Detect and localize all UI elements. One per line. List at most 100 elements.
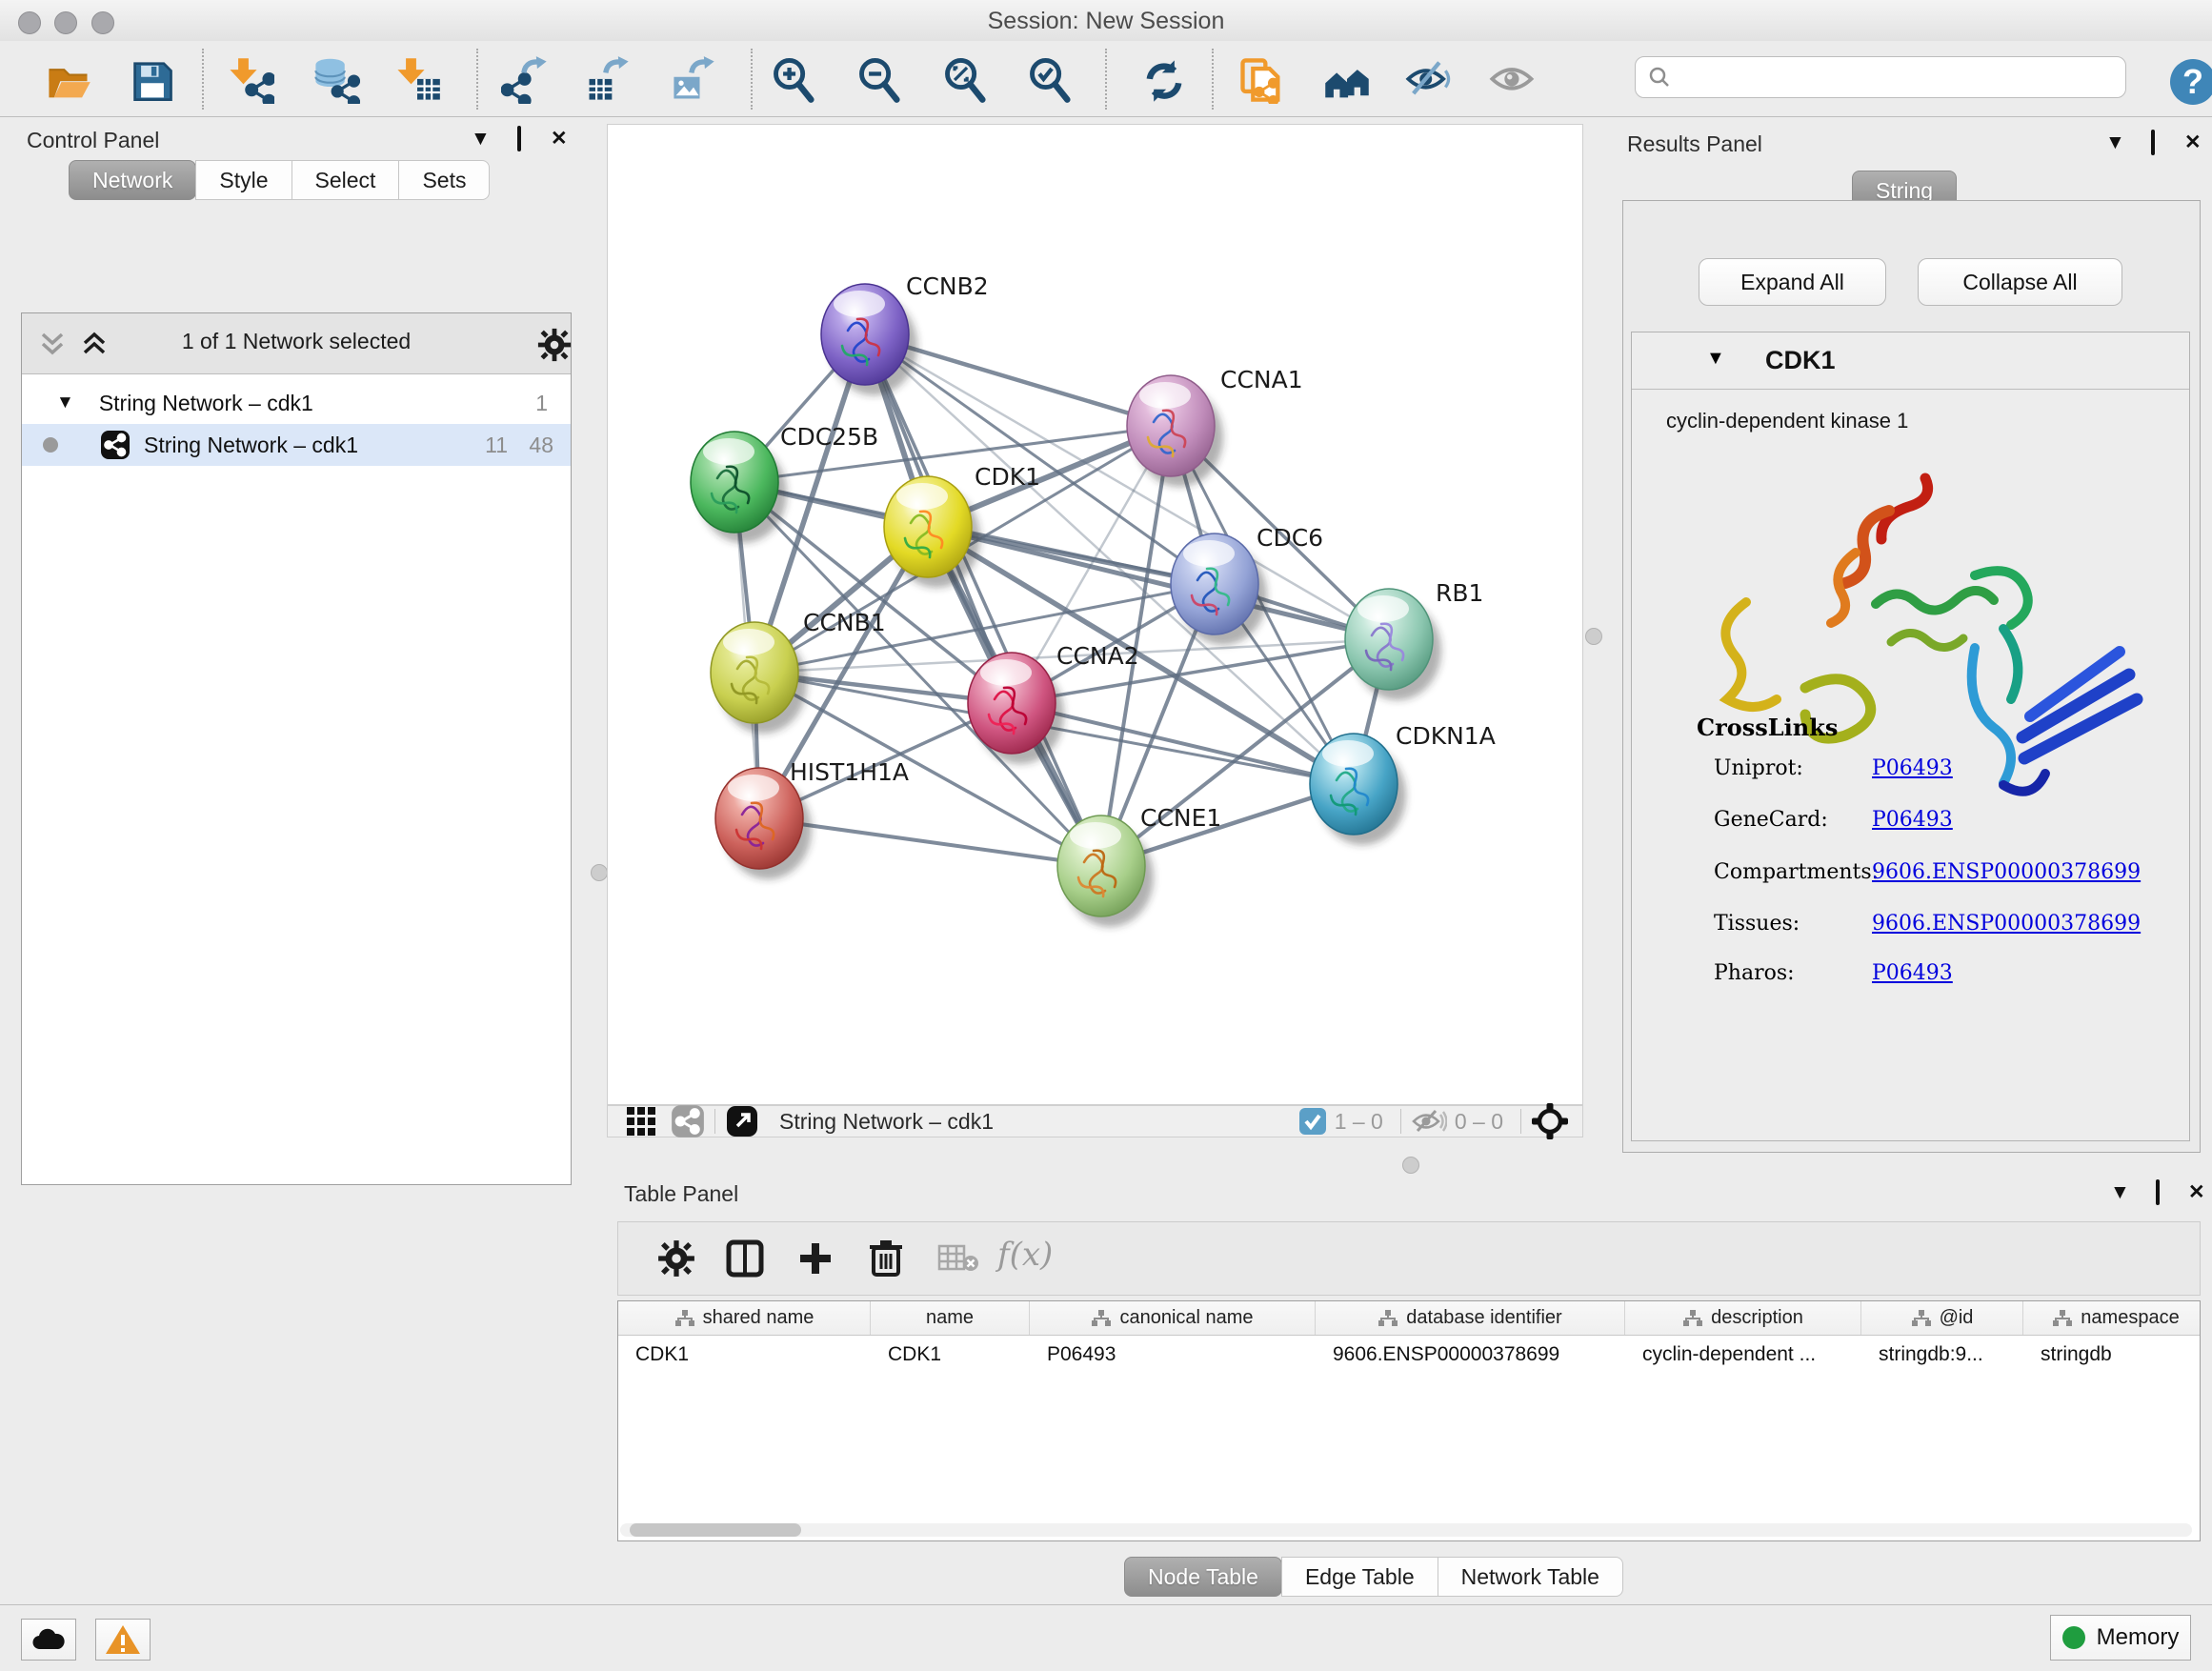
right-splitter-handle[interactable] <box>1585 628 1602 645</box>
network-node-CDC25B[interactable] <box>691 432 787 543</box>
help-button[interactable]: ? <box>2164 54 2212 110</box>
zoom-in-icon <box>770 56 819 104</box>
network-status-dot <box>43 437 58 453</box>
hidden-eye-slash-icon[interactable] <box>1411 1107 1447 1136</box>
tab-edge-table[interactable]: Edge Table <box>1281 1557 1438 1597</box>
network-options-gear-icon[interactable] <box>536 327 573 363</box>
memory-label: Memory <box>2097 1624 2180 1651</box>
export-table-button[interactable] <box>579 52 636 108</box>
network-node-CDK1[interactable] <box>884 476 980 588</box>
import-table-button[interactable] <box>389 52 446 108</box>
search-input[interactable] <box>1672 64 2125 91</box>
network-node-CCNA1[interactable] <box>1127 375 1223 487</box>
grid-view-icon[interactable] <box>625 1105 657 1137</box>
show-all-button[interactable] <box>1484 52 1541 108</box>
tab-sets[interactable]: Sets <box>398 160 490 200</box>
scrollbar-thumb[interactable] <box>630 1523 801 1537</box>
network-row[interactable]: String Network – cdk1 11 48 <box>22 424 571 466</box>
hide-selected-button[interactable] <box>1400 52 1458 108</box>
delete-table-button[interactable] <box>929 1230 988 1287</box>
memory-button[interactable]: Memory <box>2050 1615 2191 1661</box>
float-table-panel-icon[interactable]: ▼ <box>2110 1183 2130 1202</box>
column-header-description[interactable]: description <box>1625 1301 1861 1335</box>
tab-select[interactable]: Select <box>292 160 400 200</box>
cdk1-section-header[interactable]: ▼ CDK1 <box>1632 332 2189 390</box>
crosslink-link[interactable]: P06493 <box>1872 808 1953 832</box>
tab-node-table[interactable]: Node Table <box>1124 1557 1282 1597</box>
crosslink-link[interactable]: P06493 <box>1872 961 1953 985</box>
cloud-status-button[interactable] <box>21 1619 76 1661</box>
table-row[interactable]: CDK1CDK1P064939606.ENSP00000378699cyclin… <box>618 1336 2201 1374</box>
close-results-panel-icon[interactable]: ✕ <box>2184 133 2202 152</box>
maximize-panel-icon[interactable] <box>517 130 521 149</box>
float-panel-icon[interactable]: ▼ <box>471 130 491 149</box>
function-builder-icon[interactable]: f(x) <box>997 1236 1053 1274</box>
export-image-button[interactable] <box>665 52 722 108</box>
show-columns-button[interactable] <box>715 1230 774 1287</box>
table-settings-button[interactable] <box>647 1230 706 1287</box>
column-header-name[interactable]: name <box>871 1301 1030 1335</box>
expand-all-button[interactable]: Expand All <box>1699 258 1886 306</box>
float-results-panel-icon[interactable]: ▼ <box>2105 133 2125 152</box>
column-header-@id[interactable]: @id <box>1861 1301 2023 1335</box>
zoom-in-button[interactable] <box>766 52 823 108</box>
refresh-icon <box>1139 56 1189 104</box>
refresh-button[interactable] <box>1136 52 1193 108</box>
network-collection-label: String Network – cdk1 <box>99 391 313 416</box>
crosslink-label: Tissues: <box>1714 912 1800 936</box>
close-panel-icon[interactable]: ✕ <box>551 130 568 149</box>
window-title: Session: New Session <box>0 8 2212 35</box>
home-pages-button[interactable] <box>1318 52 1376 108</box>
delete-column-button[interactable] <box>856 1230 915 1287</box>
network-node-CCNA2[interactable] <box>968 653 1064 764</box>
tab-network-table[interactable]: Network Table <box>1438 1557 1623 1597</box>
save-button[interactable] <box>124 52 181 108</box>
open-folder-button[interactable] <box>40 52 97 108</box>
import-database-icon <box>311 56 360 104</box>
column-header-shared-name[interactable]: shared name <box>618 1301 871 1335</box>
import-network-button[interactable] <box>221 52 278 108</box>
selected-checkbox-icon[interactable] <box>1298 1107 1327 1136</box>
tab-network[interactable]: Network <box>69 160 196 200</box>
zoom-selected-button[interactable] <box>1022 52 1079 108</box>
detach-view-icon[interactable] <box>725 1104 759 1138</box>
column-header-database-identifier[interactable]: database identifier <box>1316 1301 1625 1335</box>
horizontal-splitter-handle[interactable] <box>1402 1157 1419 1174</box>
collection-count: 1 <box>535 391 548 416</box>
network-node-count: 11 <box>485 433 508 458</box>
section-collapse-icon[interactable]: ▼ <box>1706 348 1725 370</box>
zoom-selected-icon <box>1026 56 1076 104</box>
network-node-CDKN1A[interactable] <box>1310 734 1406 845</box>
network-node-CCNB2[interactable] <box>821 284 917 395</box>
copy-network-button[interactable] <box>1233 52 1290 108</box>
tab-style[interactable]: Style <box>195 160 292 200</box>
close-table-panel-icon[interactable]: ✕ <box>2188 1183 2205 1202</box>
create-column-button[interactable] <box>786 1230 845 1287</box>
zoom-fit-icon <box>941 56 991 104</box>
left-splitter-handle[interactable] <box>591 864 608 881</box>
save-icon <box>128 56 177 104</box>
crosslink-link[interactable]: 9606.ENSP00000378699 <box>1872 912 2141 936</box>
zoom-out-button[interactable] <box>852 52 909 108</box>
column-header-namespace[interactable]: namespace <box>2023 1301 2201 1335</box>
collapse-all-button[interactable]: Collapse All <box>1918 258 2122 306</box>
column-header-canonical-name[interactable]: canonical name <box>1030 1301 1316 1335</box>
svg-text:?: ? <box>2182 62 2203 101</box>
crosslink-link[interactable]: P06493 <box>1872 756 1953 780</box>
network-canvas[interactable]: CCNB2CCNA1CDC25BCDK1CDC6RB1CCNB1CCNA2CDK… <box>607 124 1583 1105</box>
network-node-RB1[interactable] <box>1345 589 1441 700</box>
network-collection-row[interactable]: ▼ String Network – cdk1 1 <box>22 382 571 424</box>
warnings-button[interactable] <box>95 1619 151 1661</box>
network-view-share-icon[interactable] <box>671 1104 705 1138</box>
birds-eye-view-icon[interactable] <box>1531 1102 1569 1140</box>
collection-expander-icon[interactable]: ▼ <box>56 393 74 413</box>
import-database-button[interactable] <box>307 52 364 108</box>
zoom-fit-button[interactable] <box>937 52 995 108</box>
maximize-table-panel-icon[interactable] <box>2156 1183 2160 1202</box>
export-network-button[interactable] <box>497 52 554 108</box>
search-field[interactable] <box>1635 56 2126 98</box>
maximize-results-panel-icon[interactable] <box>2151 133 2155 152</box>
crosslink-link[interactable]: 9606.ENSP00000378699 <box>1872 860 2141 884</box>
network-node-CCNE1[interactable] <box>1057 815 1154 927</box>
table-toolbar: f(x) <box>617 1221 2201 1296</box>
